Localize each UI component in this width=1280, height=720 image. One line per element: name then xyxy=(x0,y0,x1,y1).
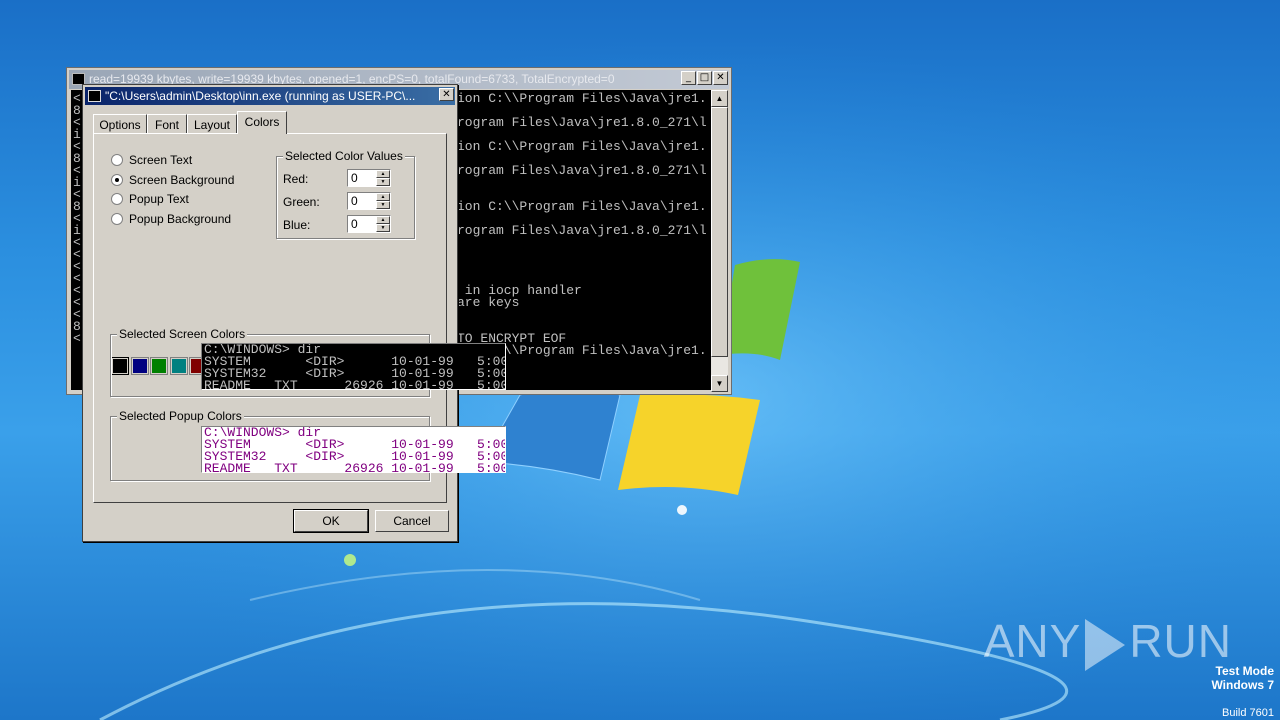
console-line: rogram Files\Java\jre1.8.0_271\l xyxy=(457,163,707,178)
ok-button[interactable]: OK xyxy=(293,509,369,533)
red-label: Red: xyxy=(283,172,309,186)
desktop: read=19939 kbytes, write=19939 kbytes, o… xyxy=(0,0,1280,720)
watermark-text-right: RUN xyxy=(1129,615,1232,667)
group-label: Selected Color Values xyxy=(283,149,405,163)
tab-colors[interactable]: Colors xyxy=(237,111,287,134)
os-name-label: Windows 7 xyxy=(1211,678,1274,692)
console-line: are keys xyxy=(457,295,520,310)
console-line: rogram Files\Java\jre1.8.0_271\l xyxy=(457,223,707,238)
tab-layout[interactable]: Layout xyxy=(187,114,237,134)
radio-label: Popup Text xyxy=(129,192,189,206)
spin-down-icon[interactable]: ▼ xyxy=(376,224,390,232)
radio-button[interactable] xyxy=(111,193,123,205)
cancel-button[interactable]: Cancel xyxy=(375,510,449,532)
dialog-app-icon xyxy=(88,90,101,102)
blue-spinner[interactable]: 0 ▲ ▼ xyxy=(347,215,391,233)
scroll-down-arrow-icon[interactable]: ▼ xyxy=(711,375,728,392)
green-value[interactable]: 0 xyxy=(351,194,358,208)
radio-label: Popup Background xyxy=(129,212,232,226)
blue-value[interactable]: 0 xyxy=(351,217,358,231)
console-line: rogram Files\Java\jre1.8.0_271\l xyxy=(457,115,707,130)
maximize-button[interactable]: □ xyxy=(697,71,712,85)
dialog-titlebar[interactable]: "C:\Users\admin\Desktop\inn.exe (running… xyxy=(85,87,455,105)
play-logo-icon xyxy=(1085,618,1126,671)
green-label: Green: xyxy=(283,195,320,209)
scroll-up-arrow-icon[interactable]: ▲ xyxy=(711,90,728,107)
red-spinner[interactable]: 0 ▲ ▼ xyxy=(347,169,391,187)
dialog-close-button[interactable]: ✕ xyxy=(439,88,454,101)
radio-label: Screen Background xyxy=(129,173,235,187)
screen-colors-preview: C:\WINDOWS> dir SYSTEM <DIR> 10-01-99 5:… xyxy=(201,343,506,390)
popup-colors-preview: C:\WINDOWS> dir SYSTEM <DIR> 10-01-99 5:… xyxy=(201,426,506,473)
spin-down-icon[interactable]: ▼ xyxy=(376,178,390,186)
test-mode-notice: Test Mode Windows 7 xyxy=(1211,664,1274,692)
radio-button[interactable] xyxy=(111,213,123,225)
group-label: Selected Screen Colors xyxy=(117,327,248,341)
watermark-text-left: ANY xyxy=(983,615,1082,667)
red-value[interactable]: 0 xyxy=(351,171,358,185)
console-window-buttons: _ □ ✕ xyxy=(681,71,728,85)
preview-line: README TXT 26926 10-01-99 5:00 xyxy=(204,461,506,473)
tab-font[interactable]: Font xyxy=(147,114,187,134)
properties-dialog[interactable]: "C:\Users\admin\Desktop\inn.exe (running… xyxy=(82,84,506,542)
spin-down-icon[interactable]: ▼ xyxy=(376,201,390,209)
anyrun-watermark: ANY RUN xyxy=(984,614,1232,671)
radio-button-checked[interactable] xyxy=(111,174,123,186)
console-line: ion C:\\Program Files\Java\jre1. xyxy=(457,91,707,106)
dialog-title: "C:\Users\admin\Desktop\inn.exe (running… xyxy=(105,89,416,103)
radio-label: Screen Text xyxy=(129,153,193,167)
minimize-button[interactable]: _ xyxy=(681,71,696,85)
console-line: ion C:\\Program Files\Java\jre1. xyxy=(457,199,707,214)
test-mode-label: Test Mode xyxy=(1215,664,1274,678)
spin-up-icon[interactable]: ▲ xyxy=(376,193,390,201)
tab-options[interactable]: Options xyxy=(93,114,147,134)
console-left-char: < xyxy=(73,331,81,346)
close-button[interactable]: ✕ xyxy=(713,71,728,85)
spin-up-icon[interactable]: ▲ xyxy=(376,170,390,178)
blue-label: Blue: xyxy=(283,218,311,232)
console-line: ion C:\\Program Files\Java\jre1. xyxy=(457,139,707,154)
group-label: Selected Popup Colors xyxy=(117,409,244,423)
green-spinner[interactable]: 0 ▲ ▼ xyxy=(347,192,391,210)
radio-button[interactable] xyxy=(111,154,123,166)
scroll-thumb[interactable] xyxy=(711,107,728,357)
selected-color-values-group: Selected Color Values Red: 0 ▲ ▼ Green: … xyxy=(276,149,415,239)
preview-line: README TXT 26926 10-01-99 5:00 xyxy=(204,378,506,390)
console-scrollbar[interactable]: ▲ ▼ xyxy=(711,90,728,392)
spin-up-icon[interactable]: ▲ xyxy=(376,216,390,224)
logo-yellow-piece xyxy=(618,394,760,495)
build-label: Build 7601 xyxy=(1222,707,1274,719)
